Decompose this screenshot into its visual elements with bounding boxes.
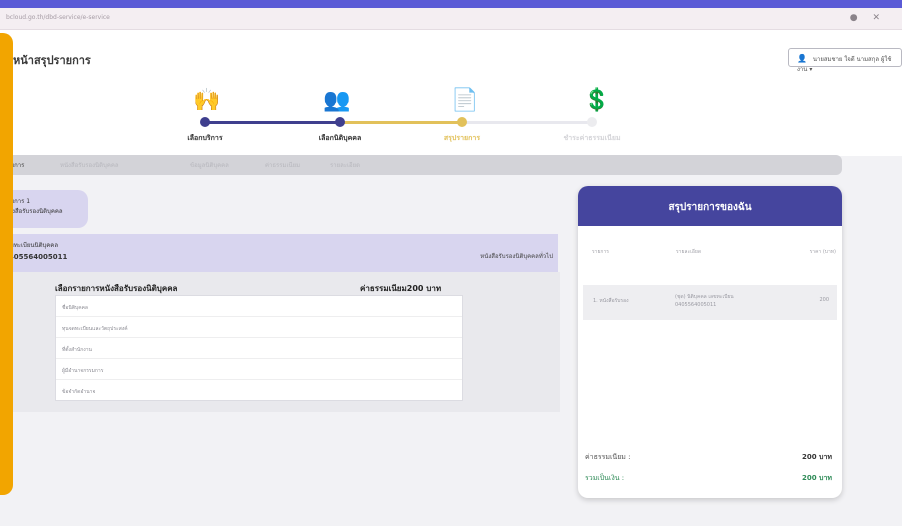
step-dot-4[interactable] [587,117,597,127]
company-id-number: 0405564005011 [4,253,68,261]
browser-controls[interactable]: ● ✕ [850,13,886,23]
browser-url[interactable]: bcloud.go.th/dbd-service/e-service [6,14,110,21]
tab-certificate[interactable]: หนังสือรับรองนิติบุคคล [60,160,119,170]
order-item-price: 200 [819,297,829,303]
total-label: รวมเป็นเงิน : [585,474,625,482]
fee-label: ค่าธรรมเนียม : [585,453,631,461]
list-item[interactable]: ข้อจำกัดอำนาจ [56,380,462,401]
user-icon: 👤 [797,54,807,63]
user-menu-button[interactable]: 👤 นายสมชาย ใจดี นามสกุล ผู้ใช้งาน ▾ [788,48,902,73]
page-header: หน้าสรุปรายการ [0,30,902,86]
hand-service-icon: 🙌 [193,88,221,113]
step-label-2: เลือกนิติบุคคล [318,134,362,142]
page-title: หน้าสรุปรายการ [13,54,91,67]
list-item[interactable]: ผู้มีอำนาจกรรมการ [56,359,462,380]
list-item[interactable]: ที่ตั้งสำนักงาน [56,338,462,359]
browser-address-bar: bcloud.go.th/dbd-service/e-service ● ✕ [0,8,902,30]
document-icon: 📄 [451,88,479,113]
order-summary-title: สรุปรายการของฉัน [578,186,842,226]
list-item[interactable]: ชื่อนิติบุคคล [56,296,462,317]
fee-value: 200 บาท [801,453,832,461]
tab-company-info[interactable]: ข้อมูลนิติบุคคล [190,160,229,170]
order-item-desc: (ชุด) นิติบุคคล เลขทะเบียน 0405564005011 [675,294,734,308]
detail-list: ชื่อนิติบุคคล ทุนจดทะเบียนและวัตถุประสงค… [55,295,463,401]
total-value: 200 บาท [801,474,832,482]
step-label-3: สรุปรายการ [443,134,481,142]
step-line-3 [462,121,592,124]
order-summary-columns: รายการ รายละเอียด ราคา (บาท) [578,244,842,276]
order-item-name: 1. หนังสือรับรอง [593,298,629,304]
company-id-bar: เลขทะเบียนนิติบุคคล 0405564005011 หนังสื… [0,234,558,272]
list-item[interactable]: ทุนจดทะเบียนและวัตถุประสงค์ [56,317,462,338]
payment-icon: 💲 [583,88,611,113]
item-chip[interactable]: รายการ 1 หนังสือรับรองนิติบุคคล [0,190,88,228]
detail-fee: ค่าธรรมเนียม200 บาท [360,284,442,293]
left-accent-bar [0,33,13,495]
group-icon: 👥 [323,88,351,113]
chevron-down-icon: ▾ [809,66,813,73]
tab-fee[interactable]: ค่าธรรมเนียม [265,160,300,170]
order-summary-card: สรุปรายการของฉัน รายการ รายละเอียด ราคา … [578,186,842,498]
step-label-4: ชำระค่าธรรมเนียม [563,134,621,142]
window-top-bar [0,0,902,8]
step-label-1: เลือกบริการ [187,134,223,142]
order-item-row: 1. หนังสือรับรอง (ชุด) นิติบุคคล เลขทะเบ… [583,285,837,320]
detail-title: เลือกรายการหนังสือรับรองนิติบุคคล [55,284,178,293]
step-line-2 [340,121,462,124]
tab-bar: รายการ หนังสือรับรองนิติบุคคล ข้อมูลนิติ… [0,155,842,175]
step-dot-3[interactable] [457,117,467,127]
col-price: ราคา (บาท) [809,249,836,255]
col-desc: รายละเอียด [676,249,702,255]
step-line-1 [205,121,340,124]
step-dot-2[interactable] [335,117,345,127]
col-item: รายการ [592,249,609,255]
tab-details[interactable]: รายละเอียด [330,160,360,170]
step-dot-1[interactable] [200,117,210,127]
document-type: หนังสือรับรองนิติบุคคลทั่วไป [480,253,553,260]
